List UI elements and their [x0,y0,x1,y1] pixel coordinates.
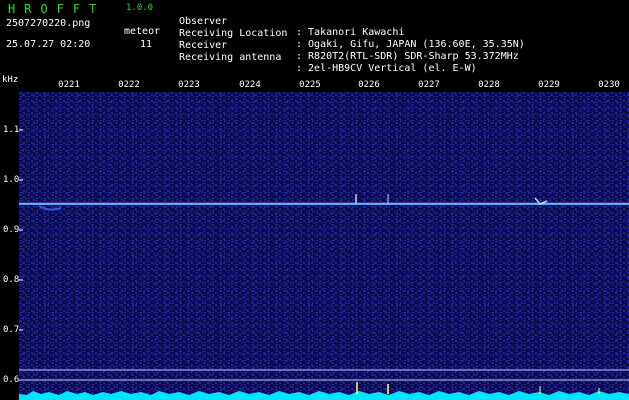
info-antenna-value: : 2el-HB9CV Vertical (el. E-W) [296,63,477,74]
spectrogram-svg [19,92,629,400]
time-tick: 0228 [478,80,500,90]
time-tick: 0226 [358,80,380,90]
spectrogram-plot [19,92,629,400]
image-filename: 2507270220.png [6,18,91,29]
freq-tick: 0.8 [3,275,20,285]
info-receiver: Receiver : R820T2(RTL-SDR) SDR-Sharp 53.… [179,29,519,62]
time-tick: 0227 [418,80,440,90]
info-location-value: : Ogaki, Gifu, JAPAN (136.60E, 35.35N) [296,39,525,50]
info-antenna: Receiving antenna : 2el-HB9CV Vertical (… [179,41,477,74]
hrofft-spectrogram-window: HROFFT 1.0.0 2507270220.png 25.07.27 02:… [0,0,629,400]
meteor-count-value: 11 [140,39,153,50]
app-version: 1.0.0 [126,3,154,13]
noise-overlay [19,92,629,400]
time-tick: 0230 [598,80,620,90]
observation-datetime: 25.07.27 02:20 [6,39,91,50]
freq-tick: 1.0 [3,175,20,185]
meteor-count-label: meteor [124,26,161,37]
time-tick: 0225 [299,80,321,90]
freq-tick: 0.7 [3,325,20,335]
time-tick: 0221 [58,80,80,90]
freq-tick: 0.9 [3,225,20,235]
time-tick: 0224 [239,80,261,90]
freq-tick: 1.1 [3,125,20,135]
info-observer-value: : Takanori Kawachi [296,27,405,38]
time-tick: 0223 [178,80,200,90]
info-observer: Observer : Takanori Kawachi [179,5,404,38]
freq-tick: 0.6 [3,375,20,385]
time-tick: 0222 [118,80,140,90]
info-location: Receiving Location : Ogaki, Gifu, JAPAN … [179,17,525,50]
time-tick: 0229 [538,80,560,90]
info-receiver-value: : R820T2(RTL-SDR) SDR-Sharp 53.372MHz [296,51,519,62]
frequency-unit-label: kHz [2,75,19,85]
info-antenna-label: Receiving antenna [179,52,282,63]
app-brand: HROFFT [8,2,106,16]
